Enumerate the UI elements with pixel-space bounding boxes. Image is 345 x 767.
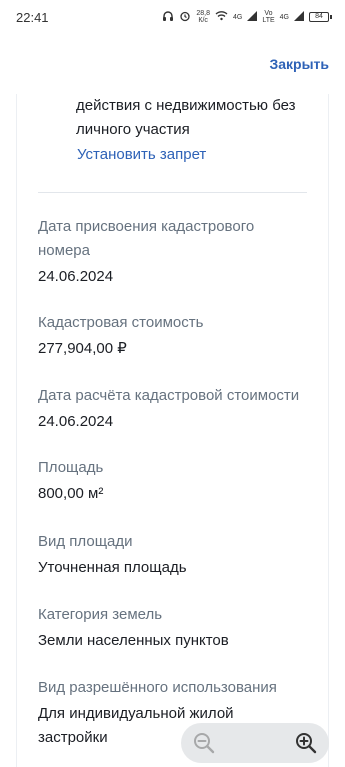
field-value: 800,00 м² [38, 485, 104, 502]
network-4g-2: 4G [279, 13, 289, 21]
field-value: 24.06.2024 [38, 268, 114, 285]
field-label: Вид площади [38, 533, 133, 550]
field-label: Площадь [38, 459, 104, 476]
signal-icon-2 [294, 10, 304, 24]
headphones-icon [162, 10, 174, 25]
field-label: Дата расчёта кадастровой стоимости [38, 387, 300, 404]
alarm-icon [179, 10, 191, 25]
zoom-out-icon [194, 733, 215, 754]
wifi-icon [215, 10, 228, 24]
zoom-in-icon [296, 733, 317, 754]
field-value: 277,904,00 ₽ [38, 340, 127, 357]
divider [38, 192, 307, 193]
field-value: Земли населенных пунктов [38, 632, 229, 649]
top-bar: Закрыть [0, 34, 345, 94]
field-value: 24.06.2024 [38, 413, 114, 430]
field-label: Категория земель [38, 606, 163, 623]
status-time: 22:41 [16, 9, 49, 25]
field-label: Дата присвоения кадастрового номера [38, 218, 255, 259]
zoom-in-button[interactable] [291, 728, 321, 758]
field-area: Площадь 800,00 м² [38, 456, 308, 506]
volte-label: Vo LTE [262, 10, 275, 24]
restriction-notice-text: действия с недвижимостью без личного уча… [76, 97, 296, 138]
set-ban-link[interactable]: Установить запрет [77, 146, 206, 163]
zoom-controls [181, 723, 329, 763]
field-land-category: Категория земель Земли населенных пункто… [38, 603, 308, 653]
field-label: Вид разрешённого использования [38, 679, 277, 696]
field-cadastral-cost: Кадастровая стоимость 277,904,00 ₽ [38, 311, 308, 361]
status-icons: 28,8 К/с 4G Vo LTE 4G 84 [162, 10, 332, 25]
close-button[interactable]: Закрыть [269, 56, 329, 72]
network-4g-1: 4G [232, 13, 243, 21]
field-label: Кадастровая стоимость [38, 314, 204, 331]
zoom-out-button[interactable] [189, 728, 219, 758]
field-area-type: Вид площади Уточненная площадь [38, 530, 308, 580]
property-details-panel: действия с недвижимостью без личного уча… [0, 94, 345, 767]
network-speed: 28,8 К/с [196, 10, 210, 24]
battery-icon: 84 [309, 12, 332, 22]
signal-icon [247, 10, 258, 24]
field-cadastral-date: Дата присвоения кадастрового номера 24.0… [38, 215, 308, 289]
field-cost-calc-date: Дата расчёта кадастровой стоимости 24.06… [38, 384, 308, 434]
field-value: Уточненная площадь [38, 559, 187, 576]
status-bar: 22:41 28,8 К/с 4G Vo LTE 4G 84 [0, 0, 345, 34]
